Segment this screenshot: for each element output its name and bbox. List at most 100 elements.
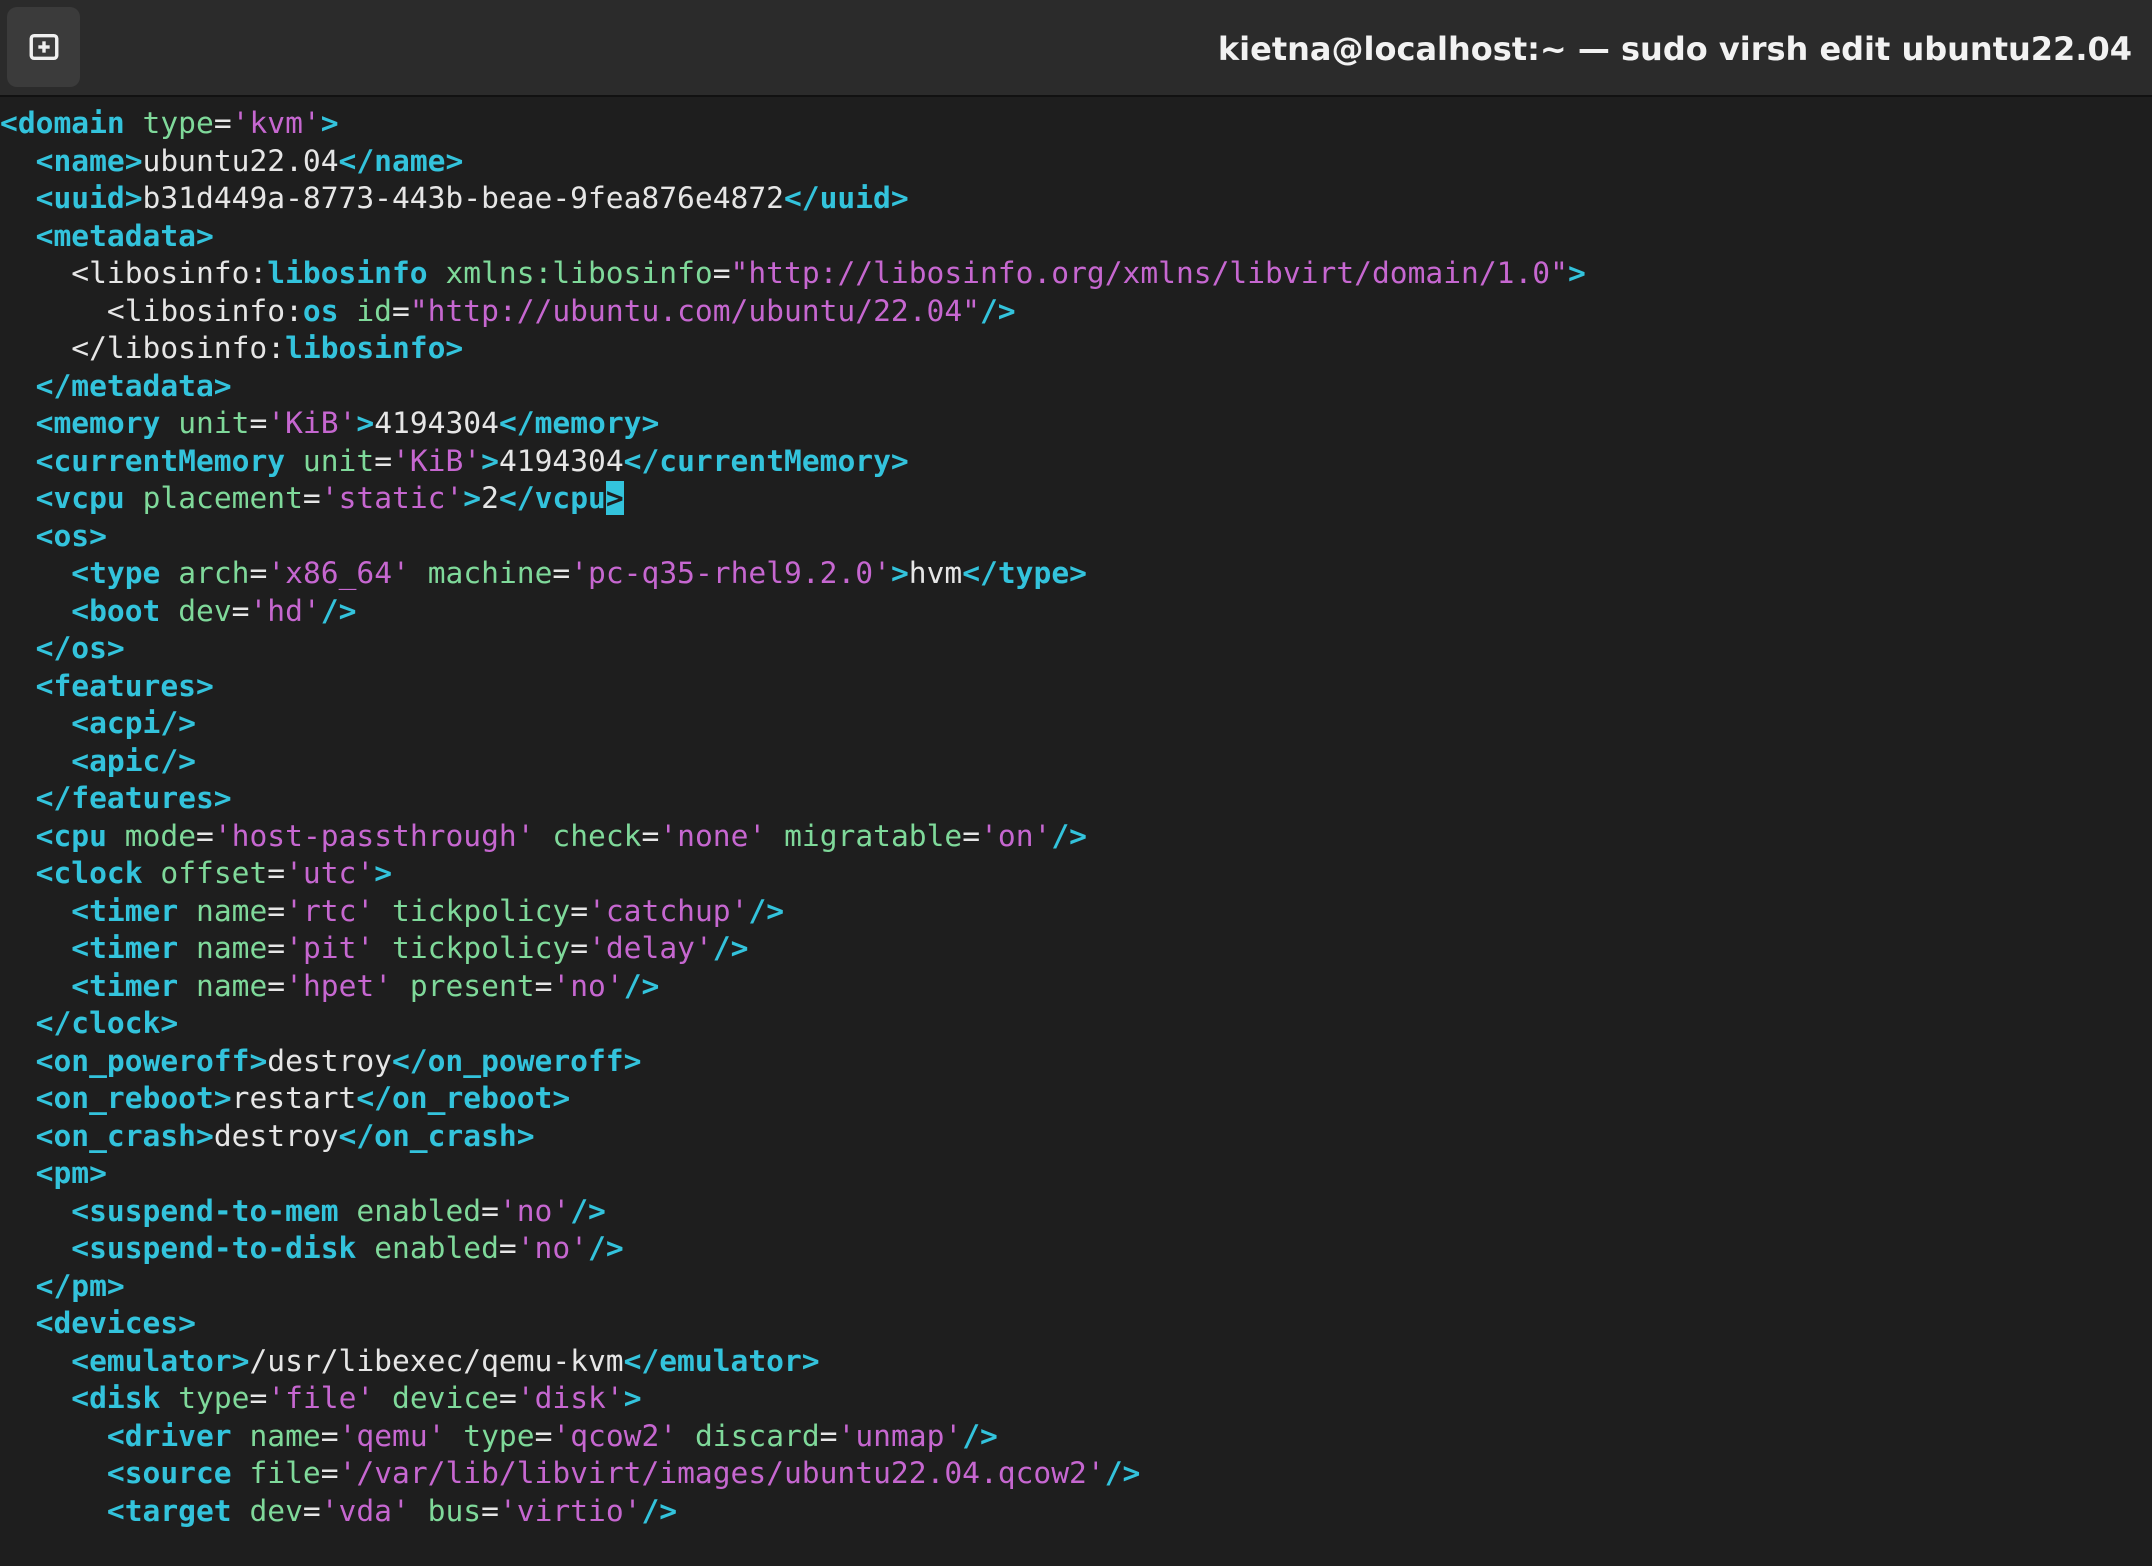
xml-tag: />: [712, 931, 749, 965]
plain-text: [339, 294, 357, 328]
xml-tag: <devices>: [35, 1306, 196, 1340]
plain-text: [374, 894, 392, 928]
plain-text: =: [320, 1456, 339, 1490]
editor-line[interactable]: <libosinfo:libosinfo xmlns:libosinfo="ht…: [0, 255, 1586, 293]
xml-value: 'hpet': [285, 968, 393, 1003]
editor-line[interactable]: <os>: [0, 518, 107, 556]
editor-line[interactable]: <libosinfo:os id="http://ubuntu.com/ubun…: [0, 293, 1016, 331]
plain-text: [0, 219, 36, 253]
plain-text: [0, 669, 36, 703]
xml-tag: libosinfo: [267, 256, 428, 290]
editor-line[interactable]: <acpi/>: [0, 705, 196, 743]
terminal-editor[interactable]: <domain type='kvm'> <name>ubuntu22.04</n…: [0, 105, 2152, 1566]
editor-line[interactable]: <on_reboot>restart</on_reboot>: [0, 1080, 571, 1118]
xml-attribute: dev: [249, 1493, 303, 1528]
plain-text: [143, 856, 161, 890]
xml-tag: </pm>: [35, 1268, 125, 1303]
editor-line[interactable]: <cpu mode='host-passthrough' check='none…: [0, 818, 1087, 856]
editor-line[interactable]: <target dev='vda' bus='virtio'/>: [0, 1493, 677, 1531]
editor-line[interactable]: <on_crash>destroy</on_crash>: [0, 1118, 535, 1156]
plain-text: [125, 481, 143, 515]
plain-text: [0, 1306, 36, 1340]
xml-attribute: tickpolicy: [392, 893, 571, 928]
editor-line[interactable]: <disk type='file' device='disk'>: [0, 1380, 641, 1418]
editor-line[interactable]: <uuid>b31d449a-8773-443b-beae-9fea876e48…: [0, 180, 909, 218]
plain-text: [410, 556, 428, 590]
editor-line[interactable]: </libosinfo:libosinfo>: [0, 330, 463, 368]
editor-line[interactable]: <on_poweroff>destroy</on_poweroff>: [0, 1043, 642, 1081]
xml-tag: <on_poweroff>: [35, 1043, 268, 1078]
editor-line[interactable]: <memory unit='KiB'>4194304</memory>: [0, 405, 660, 443]
plain-text: [445, 1419, 463, 1453]
editor-line[interactable]: <timer name='pit' tickpolicy='delay'/>: [0, 930, 748, 968]
xml-attribute: enabled: [374, 1231, 499, 1265]
plain-text: [0, 444, 36, 478]
xml-value: 'hd': [249, 593, 321, 628]
xml-tag: <metadata>: [35, 218, 214, 253]
plain-text: =: [302, 1493, 321, 1528]
editor-line[interactable]: <apic/>: [0, 743, 196, 781]
editor-line[interactable]: <boot dev='hd'/>: [0, 593, 356, 631]
editor-line[interactable]: <source file='/var/lib/libvirt/images/ub…: [0, 1455, 1140, 1493]
plain-text: =: [249, 406, 268, 440]
plain-text: [178, 969, 196, 1003]
xml-attribute: name: [196, 893, 268, 928]
plain-text: </libosinfo:: [0, 331, 286, 365]
editor-line[interactable]: </clock>: [0, 1005, 179, 1043]
xml-tag: <driver: [106, 1418, 232, 1453]
plain-text: =: [267, 931, 286, 965]
plain-text: [0, 631, 36, 665]
xml-attribute: arch: [178, 556, 250, 590]
xml-tag: <cpu: [35, 818, 107, 853]
editor-line[interactable]: <pm>: [0, 1155, 107, 1193]
xml-tag: />: [320, 593, 357, 628]
xml-tag: </emulator>: [623, 1343, 820, 1378]
plain-text: =: [267, 856, 286, 890]
xml-value: 'KiB': [267, 406, 357, 440]
plain-text: <libosinfo:: [0, 256, 268, 290]
xml-tag: >: [356, 406, 375, 440]
editor-line[interactable]: <driver name='qemu' type='qcow2' discard…: [0, 1418, 998, 1456]
new-tab-button[interactable]: [7, 7, 80, 87]
plain-text: [125, 106, 143, 140]
editor-line[interactable]: <domain type='kvm'>: [0, 105, 339, 143]
editor-line[interactable]: <features>: [0, 668, 214, 706]
plain-text: [339, 1194, 357, 1228]
xml-value: '/var/lib/libvirt/images/ubuntu22.04.qco…: [338, 1456, 1105, 1490]
editor-line[interactable]: <metadata>: [0, 218, 214, 256]
editor-line[interactable]: <suspend-to-mem enabled='no'/>: [0, 1193, 606, 1231]
xml-tag: <emulator>: [71, 1343, 250, 1378]
editor-line[interactable]: <emulator>/usr/libexec/qemu-kvm</emulato…: [0, 1343, 820, 1381]
xml-tag: </clock>: [35, 1006, 179, 1040]
editor-line[interactable]: <devices>: [0, 1305, 196, 1343]
plain-text: [0, 556, 71, 590]
xml-tag: </os>: [35, 631, 125, 665]
editor-line[interactable]: <vcpu placement='static'>2</vcpu>: [0, 480, 624, 518]
editor-line[interactable]: </os>: [0, 630, 125, 668]
editor-line[interactable]: <timer name='rtc' tickpolicy='catchup'/>: [0, 893, 784, 931]
plain-text: =: [374, 443, 393, 478]
plain-text: [160, 1381, 178, 1415]
editor-line[interactable]: </pm>: [0, 1268, 125, 1306]
editor-line[interactable]: <timer name='hpet' present='no'/>: [0, 968, 659, 1006]
editor-line[interactable]: <clock offset='utc'>: [0, 855, 392, 893]
plain-text: =: [481, 1493, 499, 1528]
xml-attribute: unit: [302, 443, 375, 478]
editor-line[interactable]: </metadata>: [0, 368, 232, 406]
xml-attribute: xmlns:libosinfo: [445, 256, 713, 290]
plain-text: [410, 1494, 428, 1528]
plain-text: =: [267, 893, 286, 928]
editor-line[interactable]: <name>ubuntu22.04</name>: [0, 143, 464, 181]
editor-line[interactable]: <suspend-to-disk enabled='no'/>: [0, 1230, 623, 1268]
editor-line[interactable]: </features>: [0, 780, 232, 818]
editor-line[interactable]: <type arch='x86_64' machine='pc-q35-rhel…: [0, 555, 1087, 593]
xml-value: 'utc': [285, 856, 375, 890]
xml-tag: <memory: [35, 406, 161, 440]
plain-text: <libosinfo:: [0, 293, 303, 328]
xml-value: 'host-passthrough': [213, 818, 535, 853]
xml-tag: </metadata>: [35, 368, 232, 403]
plain-text: =: [534, 1418, 553, 1453]
plain-text: [0, 406, 36, 440]
editor-line[interactable]: <currentMemory unit='KiB'>4194304</curre…: [0, 443, 909, 481]
xml-tag: </name>: [338, 143, 464, 178]
